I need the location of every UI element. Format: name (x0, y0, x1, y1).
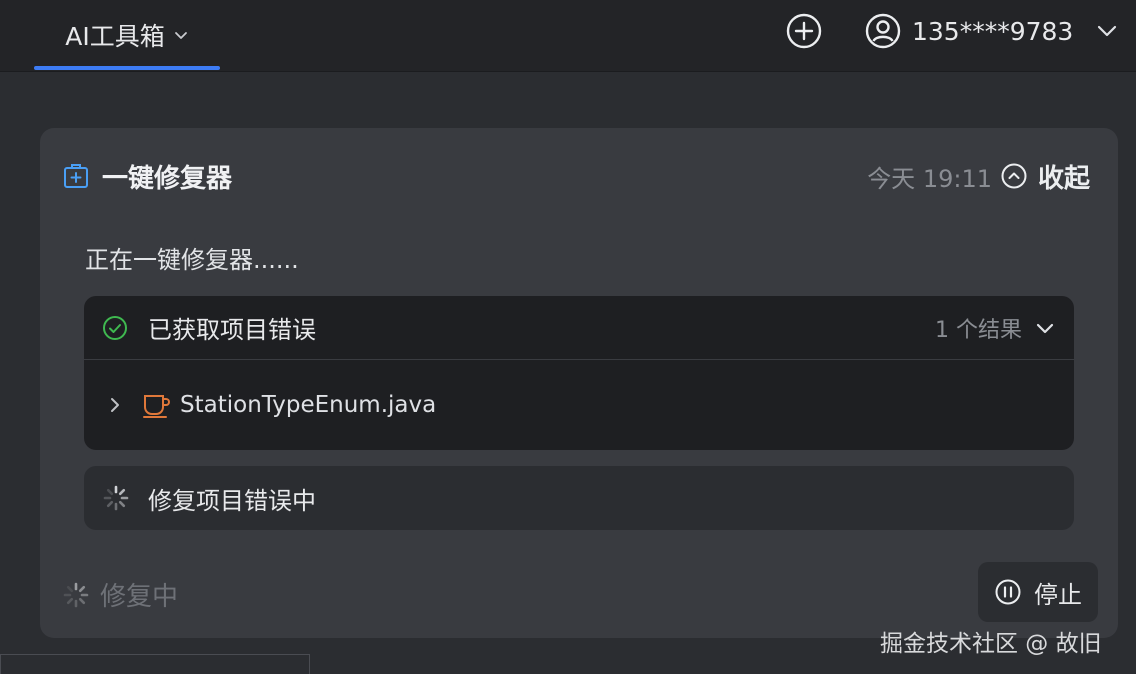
java-file-icon (143, 395, 171, 418)
repair-card: 一键修复器 今天 19:11 收起 正在一键修复器...... 已获取项目错误 … (40, 128, 1118, 638)
footer-status-label: 修复中 (100, 582, 179, 612)
chevron-right-icon (111, 398, 119, 412)
top-bar: AI工具箱 135****9783 (0, 0, 1136, 72)
file-row[interactable]: StationTypeEnum.java (84, 360, 1074, 450)
card-timestamp: 今天 19:11 (867, 164, 992, 193)
medical-kit-icon (64, 164, 88, 188)
user-menu[interactable]: 135****9783 (864, 12, 1073, 50)
tab-active-indicator (34, 66, 220, 70)
watermark: 掘金技术社区 @ 故旧 (880, 631, 1102, 657)
result-count: 1 个结果 (935, 318, 1022, 343)
add-icon[interactable] (785, 12, 823, 50)
chevron-down-icon (1036, 323, 1054, 334)
pause-circle-icon (995, 579, 1021, 605)
card-title: 一键修复器 (102, 163, 233, 194)
tab-label: AI工具箱 (65, 22, 165, 51)
user-menu-chevron-icon[interactable] (1094, 18, 1120, 44)
check-circle-icon (103, 315, 127, 340)
chevron-down-icon (174, 32, 187, 39)
step-title: 已获取项目错误 (148, 316, 316, 344)
tab-ai-toolbox[interactable]: AI工具箱 (34, 0, 220, 70)
step-panel-fixing: 修复项目错误中 (84, 466, 1074, 530)
user-avatar-icon (865, 13, 901, 49)
spinner-icon (63, 582, 89, 607)
status-text: 正在一键修复器...... (85, 246, 299, 274)
file-name: StationTypeEnum.java (180, 392, 437, 418)
card-meta: 今天 19:11 收起 (867, 158, 1090, 194)
card-header: 一键修复器 今天 19:11 收起 (62, 158, 1090, 194)
user-name: 135****9783 (912, 16, 1074, 46)
step-header[interactable]: 已获取项目错误 1 个结果 (84, 296, 1074, 360)
stop-label: 停止 (1034, 580, 1082, 609)
step-result: 1 个结果 (935, 296, 1056, 360)
collapse-button[interactable]: 收起 (1000, 158, 1090, 195)
spinner-icon (103, 485, 129, 511)
collapse-label: 收起 (1037, 163, 1090, 194)
step-title: 修复项目错误中 (148, 486, 316, 515)
footer-status: 修复中 (62, 576, 178, 613)
chevron-up-circle-icon (1001, 163, 1027, 189)
step-panel-errors: 已获取项目错误 1 个结果 StationTypeEnum.java (84, 296, 1074, 450)
stop-button[interactable]: 停止 (978, 562, 1098, 622)
bottom-panel-edge (0, 654, 310, 674)
